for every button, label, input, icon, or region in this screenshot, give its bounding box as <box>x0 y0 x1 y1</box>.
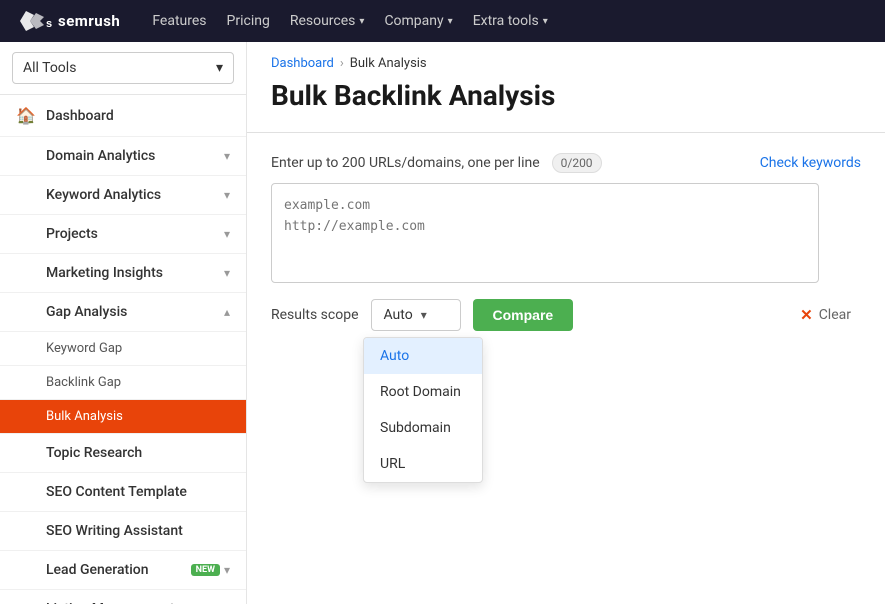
company-arrow: ▾ <box>448 16 453 27</box>
nav-extra-tools[interactable]: Extra tools ▾ <box>473 13 548 29</box>
scope-select[interactable]: Auto ▾ <box>371 299 461 331</box>
nav-resources[interactable]: Resources ▾ <box>290 13 365 29</box>
chevron-down-icon: ▾ <box>216 60 223 76</box>
keyword-analytics-arrow: ▾ <box>224 188 230 202</box>
home-icon: 🏠 <box>16 106 36 125</box>
url-count-badge: 0/200 <box>552 153 602 173</box>
dropdown-item-subdomain[interactable]: Subdomain <box>364 410 482 446</box>
sidebar-label-marketing-insights: Marketing Insights <box>46 265 224 281</box>
sidebar-item-lead-generation[interactable]: Lead Generation NEW ▾ <box>0 551 246 590</box>
nav-links: Features Pricing Resources ▾ Company ▾ E… <box>152 13 548 29</box>
sidebar-label-seo-writing-assistant: SEO Writing Assistant <box>46 523 230 539</box>
clear-button[interactable]: ✕ Clear <box>790 300 861 330</box>
dropdown-item-root-domain[interactable]: Root Domain <box>364 374 482 410</box>
clear-x-icon: ✕ <box>800 306 813 324</box>
sidebar-label-dashboard: Dashboard <box>46 108 230 124</box>
svg-text:semrush: semrush <box>46 18 52 30</box>
scope-row: Results scope Auto ▾ Compare Auto Root D… <box>271 299 861 331</box>
domain-analytics-arrow: ▾ <box>224 149 230 163</box>
all-tools-select[interactable]: All Tools ▾ <box>12 52 234 84</box>
sidebar-label-seo-content-template: SEO Content Template <box>46 484 230 500</box>
nav-pricing[interactable]: Pricing <box>227 13 270 29</box>
breadcrumb-current: Bulk Analysis <box>350 56 427 71</box>
sidebar-item-domain-analytics[interactable]: Domain Analytics ▾ <box>0 137 246 176</box>
semrush-logo-icon: semrush <box>16 7 52 35</box>
sidebar-item-dashboard[interactable]: 🏠 Dashboard <box>0 95 246 137</box>
scope-selected-value: Auto <box>384 307 413 323</box>
sidebar-label-projects: Projects <box>46 226 224 242</box>
new-badge: NEW <box>191 564 220 576</box>
sidebar-item-seo-writing-assistant[interactable]: SEO Writing Assistant <box>0 512 246 551</box>
nav-features[interactable]: Features <box>152 13 206 29</box>
all-tools-label: All Tools <box>23 60 76 76</box>
sidebar-item-topic-research[interactable]: Topic Research <box>0 434 246 473</box>
sidebar-item-backlink-gap[interactable]: Backlink Gap <box>0 366 246 400</box>
sidebar-label-topic-research: Topic Research <box>46 445 230 461</box>
sidebar-label-keyword-analytics: Keyword Analytics <box>46 187 224 203</box>
scope-dropdown-arrow: ▾ <box>421 308 427 322</box>
sidebar-label-domain-analytics: Domain Analytics <box>46 148 224 164</box>
sidebar-item-bulk-analysis[interactable]: Bulk Analysis <box>0 400 246 434</box>
semrush-logo: semrush semrush <box>16 7 120 35</box>
gap-analysis-arrow: ▴ <box>224 305 230 319</box>
sidebar-item-keyword-gap[interactable]: Keyword Gap <box>0 332 246 366</box>
breadcrumb-separator: › <box>340 56 344 71</box>
sidebar-label-gap-analysis: Gap Analysis <box>46 304 224 320</box>
sidebar-item-keyword-analytics[interactable]: Keyword Analytics ▾ <box>0 176 246 215</box>
breadcrumb: Dashboard › Bulk Analysis <box>247 42 885 71</box>
scope-dropdown-menu: Auto Root Domain Subdomain URL <box>363 337 483 483</box>
sidebar-item-listing-management[interactable]: Listing Management <box>0 590 246 604</box>
navbar: semrush semrush Features Pricing Resourc… <box>0 0 885 42</box>
scope-label: Results scope <box>271 307 359 323</box>
compare-button[interactable]: Compare <box>473 299 574 331</box>
layout: All Tools ▾ 🏠 Dashboard Domain Analytics… <box>0 42 885 604</box>
content-divider <box>247 132 885 133</box>
brand-text: semrush <box>58 12 120 30</box>
sidebar-item-gap-analysis[interactable]: Gap Analysis ▴ <box>0 293 246 332</box>
sidebar-label-lead-generation: Lead Generation <box>46 562 185 578</box>
lead-generation-arrow: ▾ <box>224 563 230 577</box>
content-area: Enter up to 200 URLs/domains, one per li… <box>247 153 885 331</box>
extra-tools-arrow: ▾ <box>543 16 548 27</box>
all-tools-container: All Tools ▾ <box>0 42 246 95</box>
sidebar-label-bulk-analysis: Bulk Analysis <box>46 409 123 424</box>
sidebar-item-projects[interactable]: Projects ▾ <box>0 215 246 254</box>
dropdown-item-url[interactable]: URL <box>364 446 482 482</box>
breadcrumb-dashboard[interactable]: Dashboard <box>271 56 334 71</box>
urls-textarea[interactable] <box>271 183 819 283</box>
sidebar-label-keyword-gap: Keyword Gap <box>46 341 122 356</box>
url-input-row: Enter up to 200 URLs/domains, one per li… <box>271 153 861 173</box>
marketing-insights-arrow: ▾ <box>224 266 230 280</box>
projects-arrow: ▾ <box>224 227 230 241</box>
dropdown-item-auto[interactable]: Auto <box>364 338 482 374</box>
sidebar: All Tools ▾ 🏠 Dashboard Domain Analytics… <box>0 42 247 604</box>
clear-label: Clear <box>819 307 851 323</box>
nav-company[interactable]: Company ▾ <box>384 13 452 29</box>
sidebar-item-seo-content-template[interactable]: SEO Content Template <box>0 473 246 512</box>
resources-arrow: ▾ <box>359 16 364 27</box>
sidebar-item-marketing-insights[interactable]: Marketing Insights ▾ <box>0 254 246 293</box>
main-content: Dashboard › Bulk Analysis Bulk Backlink … <box>247 42 885 604</box>
url-input-label: Enter up to 200 URLs/domains, one per li… <box>271 155 540 171</box>
check-keywords-link[interactable]: Check keywords <box>760 155 861 171</box>
page-title: Bulk Backlink Analysis <box>247 71 885 132</box>
sidebar-label-backlink-gap: Backlink Gap <box>46 375 121 390</box>
